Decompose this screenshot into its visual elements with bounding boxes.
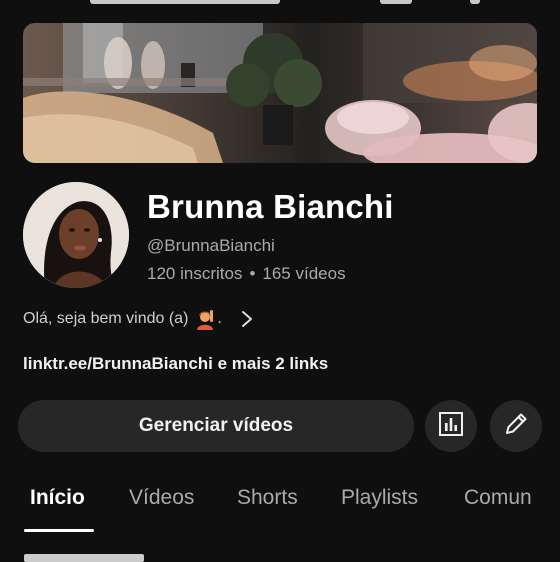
channel-stats: 120 inscritos • 165 vídeos — [147, 264, 346, 284]
channel-description[interactable]: Olá, seja bem vindo (a) . — [23, 307, 254, 331]
tab-playlists[interactable]: Playlists — [341, 486, 418, 510]
avatar-image — [23, 182, 129, 288]
tab-videos[interactable]: Vídeos — [129, 486, 194, 510]
tab-inicio[interactable]: Início — [30, 486, 85, 510]
description-end: . — [217, 310, 222, 327]
edit-channel-button[interactable] — [490, 400, 542, 452]
analytics-icon — [438, 411, 464, 442]
channel-handle: @BrunnaBianchi — [147, 236, 275, 255]
channel-avatar[interactable] — [23, 182, 129, 288]
channel-name: Brunna Bianchi — [147, 188, 394, 225]
banner-image — [23, 23, 537, 163]
pencil-icon — [503, 411, 529, 442]
video-count: 165 vídeos — [262, 264, 346, 283]
manage-videos-button[interactable]: Gerenciar vídeos — [18, 400, 414, 452]
person-raising-hand-emoji — [194, 308, 216, 330]
chevron-right-icon[interactable] — [240, 308, 254, 330]
stats-separator: • — [249, 264, 256, 283]
tab-shorts[interactable]: Shorts — [237, 486, 298, 510]
active-tab-indicator — [24, 529, 94, 532]
status-bar-fragment — [0, 0, 560, 14]
description-text: Olá, seja bem vindo (a) — [23, 310, 189, 327]
channel-tabs: Início Vídeos Shorts Playlists Comun — [0, 470, 560, 536]
subscriber-count: 120 inscritos — [147, 264, 243, 283]
channel-links[interactable]: linktr.ee/BrunnaBianchi e mais 2 links — [23, 354, 328, 374]
analytics-button[interactable] — [425, 400, 477, 452]
section-heading-fragment — [24, 554, 144, 562]
tab-comunidade[interactable]: Comun — [464, 486, 532, 510]
channel-banner — [23, 23, 537, 163]
